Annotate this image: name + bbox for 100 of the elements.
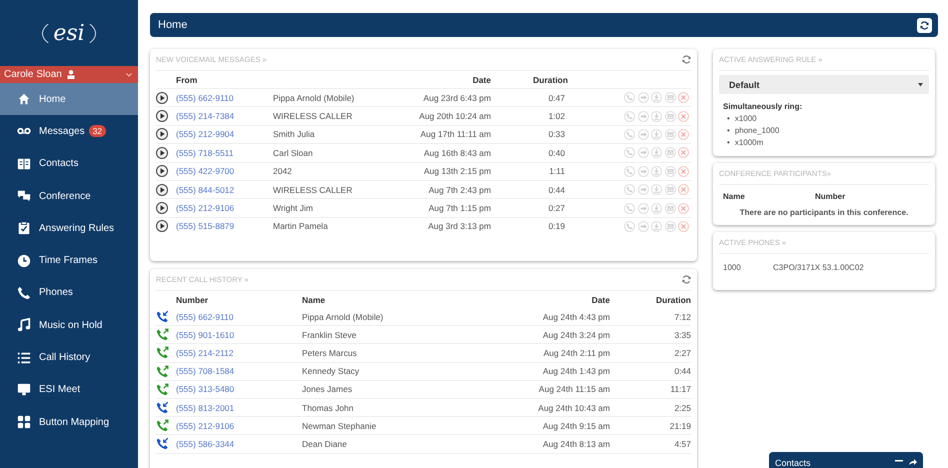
delete-icon[interactable] xyxy=(678,92,689,104)
duration-cell: 11:17 xyxy=(670,384,691,394)
phone-number-link[interactable]: (555) 586-3344 xyxy=(176,438,234,449)
delete-icon[interactable] xyxy=(678,128,689,140)
mail-icon[interactable] xyxy=(664,184,676,196)
download-icon[interactable] xyxy=(651,147,662,158)
forward-icon[interactable] xyxy=(638,147,648,158)
popout-arrow-icon[interactable] xyxy=(909,458,917,465)
phone-number-link[interactable]: (555) 708-1584 xyxy=(176,366,234,376)
extension-cell-text: 1000 xyxy=(723,263,742,272)
download-icon[interactable] xyxy=(651,220,662,232)
phone-number-link[interactable]: (555) 844-5012 xyxy=(176,184,234,195)
download-icon[interactable] xyxy=(651,166,662,177)
play-icon[interactable] xyxy=(156,184,168,196)
play-icon[interactable] xyxy=(156,110,168,122)
nav-item[interactable]: Answering Rules xyxy=(0,212,138,244)
phone-number-link[interactable]: (555) 422-9700 xyxy=(176,166,234,176)
delete-icon[interactable] xyxy=(678,166,689,177)
nav-item[interactable]: Phones xyxy=(0,276,138,310)
forward-icon[interactable] xyxy=(638,92,648,104)
play-icon[interactable] xyxy=(156,146,168,159)
mail-icon[interactable] xyxy=(664,110,676,122)
download-icon[interactable] xyxy=(651,128,662,140)
mail-icon[interactable] xyxy=(664,202,676,214)
play-icon[interactable] xyxy=(156,128,168,140)
column-header: From xyxy=(176,71,273,88)
play-icon[interactable] xyxy=(156,220,168,232)
download-icon[interactable] xyxy=(651,92,662,104)
duration-cell: 0:40 xyxy=(548,148,565,158)
phone-number-link[interactable]: (555) 813-2001 xyxy=(176,402,234,413)
download-icon[interactable] xyxy=(651,110,662,122)
call-icon[interactable] xyxy=(624,92,635,104)
date-cell: Aug 24th 3:24 pm xyxy=(542,330,610,340)
date-cell: Aug 7th 2:43 pm xyxy=(428,184,491,195)
call-icon[interactable] xyxy=(624,147,635,158)
caller-name: Martin Pamela xyxy=(273,221,328,232)
delete-icon[interactable] xyxy=(678,202,689,214)
nav-item[interactable]: Button Mapping xyxy=(0,406,138,438)
phone-number-link[interactable]: (555) 662-9110 xyxy=(176,92,234,103)
phone-number-link[interactable]: (555) 662-9110 xyxy=(176,312,234,322)
delete-icon[interactable] xyxy=(678,220,689,232)
mail-icon[interactable] xyxy=(664,220,676,232)
mail-icon[interactable] xyxy=(664,147,676,158)
refresh-button[interactable] xyxy=(917,18,932,32)
rule-select[interactable]: Default xyxy=(719,75,929,94)
phone-number-link[interactable]: (555) 212-9106 xyxy=(176,203,234,214)
forward-icon[interactable] xyxy=(638,110,648,122)
phone-number-link[interactable]: (555) 214-2112 xyxy=(176,348,234,358)
date-cell: Aug 24th 1:43 pm xyxy=(542,366,610,376)
forward-icon[interactable] xyxy=(638,184,648,196)
date-cell: Aug 17th 11:11 am xyxy=(420,129,491,140)
call-icon[interactable] xyxy=(624,166,635,177)
forward-icon[interactable] xyxy=(638,220,648,232)
forward-icon[interactable] xyxy=(638,202,648,214)
call-icon[interactable] xyxy=(624,202,635,214)
nav-item[interactable]: Music on Hold xyxy=(0,309,138,342)
download-icon[interactable] xyxy=(651,202,662,214)
forward-icon[interactable] xyxy=(638,128,648,140)
delete-icon[interactable] xyxy=(678,110,689,122)
play-icon[interactable] xyxy=(156,165,168,178)
call-icon[interactable] xyxy=(624,184,635,196)
play-icon[interactable] xyxy=(156,92,168,104)
play-icon[interactable] xyxy=(156,202,168,214)
date-cell: Aug 24th 9:15 am xyxy=(542,420,610,431)
caller-name: WIRELESS CALLER xyxy=(273,111,352,122)
chat-tab[interactable]: Contacts xyxy=(769,452,923,468)
refresh-icon[interactable] xyxy=(682,55,691,64)
phone-number-link[interactable]: (555) 313-5480 xyxy=(176,384,234,394)
call-icon[interactable] xyxy=(624,110,635,122)
nav-item[interactable]: Home xyxy=(0,83,138,116)
column-header: Name xyxy=(723,192,746,201)
call-icon[interactable] xyxy=(624,128,635,140)
forward-icon[interactable] xyxy=(638,166,648,177)
nav-item[interactable]: Time Frames xyxy=(0,244,138,277)
logo: esi xyxy=(42,18,96,48)
phone-number-link[interactable]: (555) 718-5511 xyxy=(176,148,234,158)
delete-icon[interactable] xyxy=(678,147,689,158)
refresh-icon[interactable] xyxy=(682,275,691,284)
delete-icon[interactable] xyxy=(678,184,689,196)
nav-item[interactable]: Call History xyxy=(0,341,138,374)
phone-number-link[interactable]: (555) 212-9106 xyxy=(176,420,234,431)
caller-name: Dean Diane xyxy=(302,438,347,449)
mail-icon[interactable] xyxy=(664,166,676,177)
date-cell: Aug 24th 4:43 pm xyxy=(542,312,610,322)
user-menu[interactable]: Carole Sloan xyxy=(0,66,138,83)
nav-item[interactable]: Messages 32 xyxy=(0,115,138,148)
nav-item[interactable]: Contacts xyxy=(0,148,138,180)
caller-name: Newman Stephanie xyxy=(302,420,376,431)
phone-number-link[interactable]: (555) 214-7384 xyxy=(176,111,234,122)
download-icon[interactable] xyxy=(651,184,662,196)
call-icon[interactable] xyxy=(624,220,635,232)
phone-number-link[interactable]: (555) 515-8879 xyxy=(176,221,234,232)
minimize-icon[interactable] xyxy=(895,458,903,464)
nav-item[interactable]: Conference xyxy=(0,180,138,212)
mail-icon[interactable] xyxy=(664,128,676,140)
phone-number-link[interactable]: (555) 212-9904 xyxy=(176,129,234,140)
caller-name: Peters Marcus xyxy=(302,348,357,358)
mail-icon[interactable] xyxy=(664,92,676,104)
nav-item[interactable]: ESI Meet xyxy=(0,374,138,406)
phone-number-link[interactable]: (555) 901-1610 xyxy=(176,330,234,340)
